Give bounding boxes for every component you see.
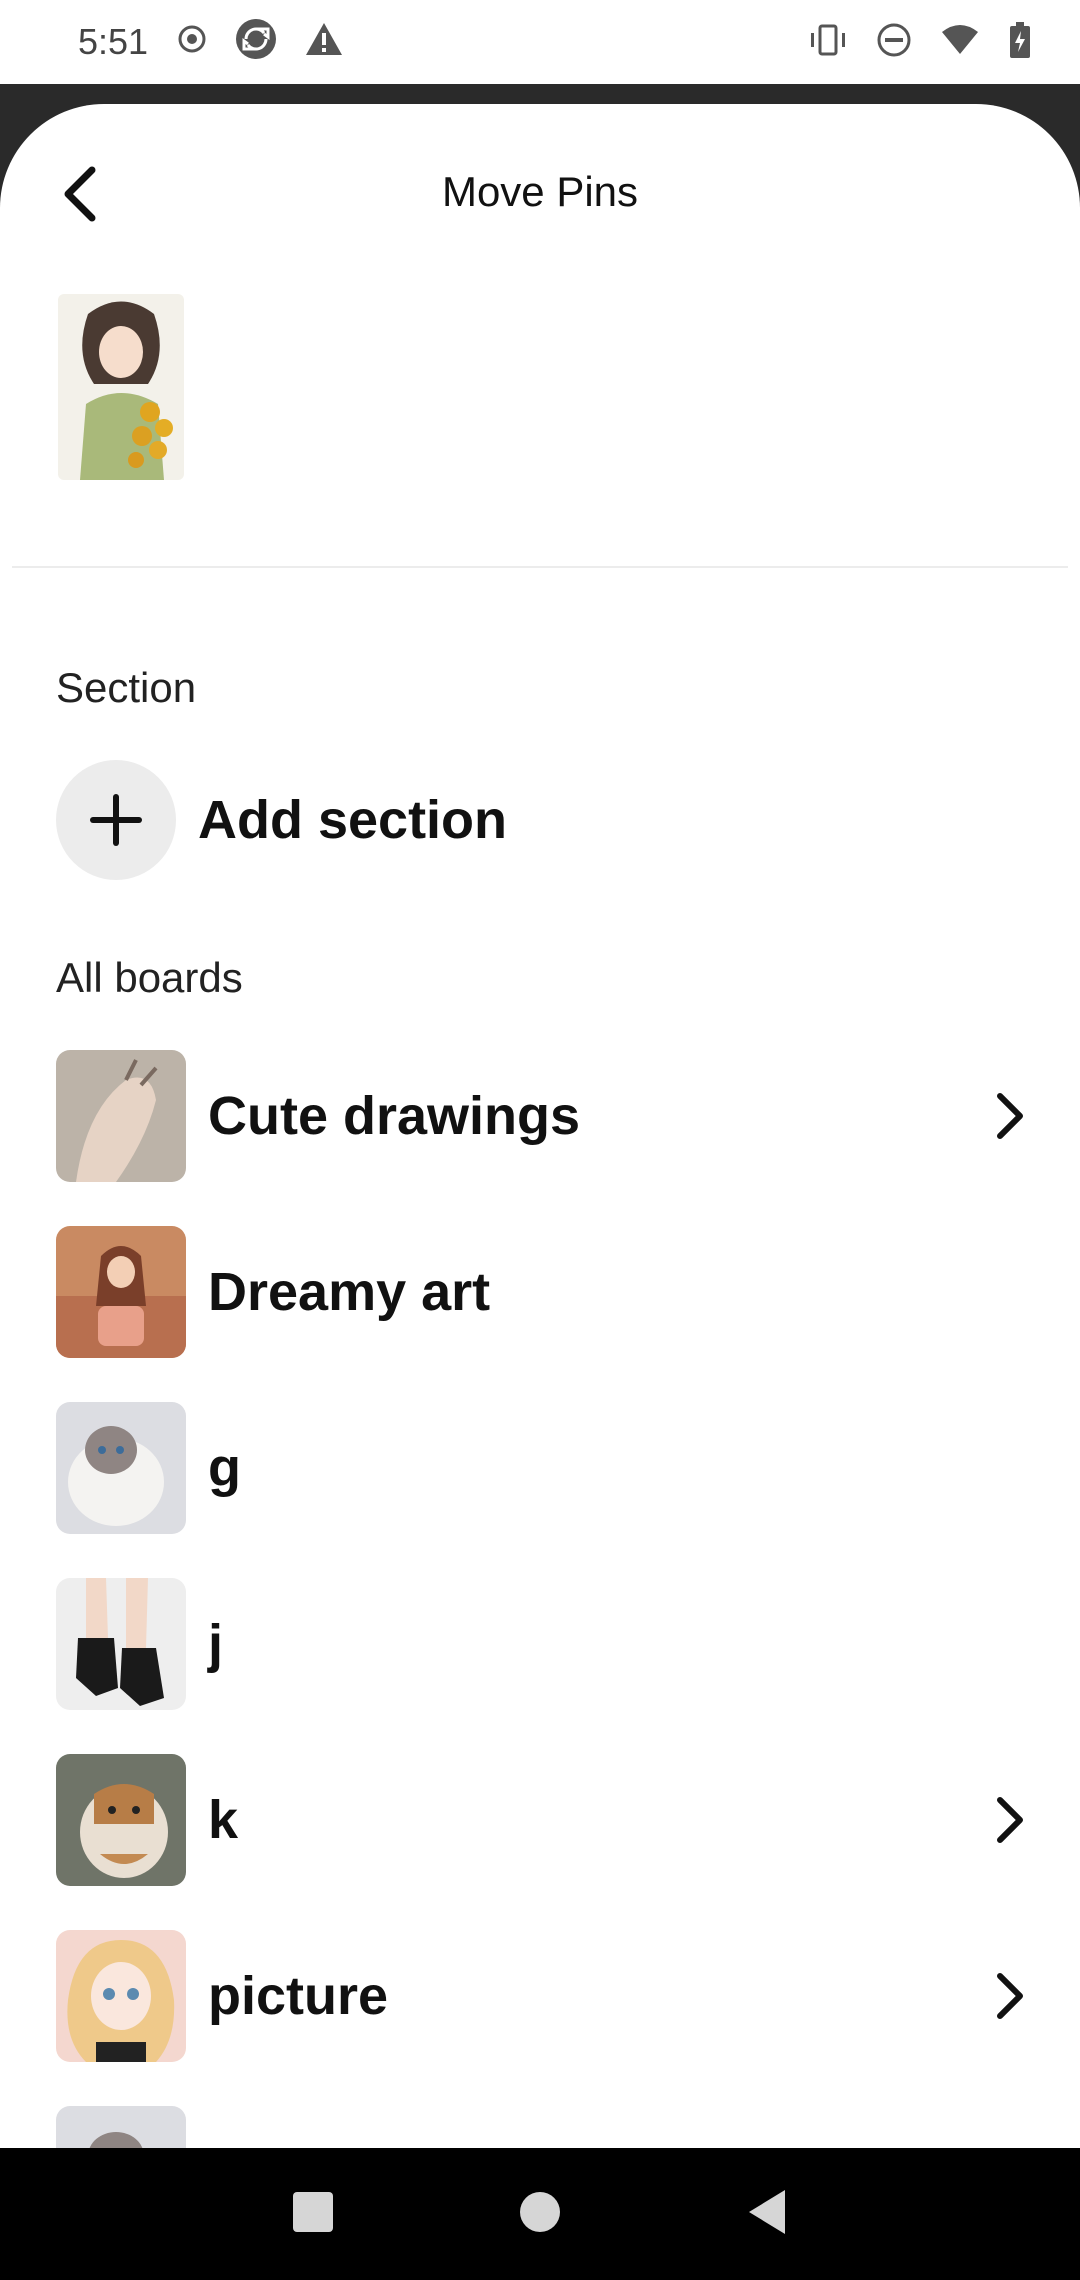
page-title: Move Pins <box>441 168 639 215</box>
board-row-g[interactable]: g <box>56 1402 1080 1578</box>
wifi-icon <box>940 24 980 61</box>
chevron-right-icon <box>997 1973 1023 2019</box>
do-not-disturb-icon <box>876 22 912 63</box>
board-row-cute-drawings[interactable]: Cute drawings <box>56 1050 1080 1226</box>
board-name: j <box>208 1614 224 1674</box>
vibrate-icon <box>808 24 848 61</box>
board-thumbnail <box>56 1226 186 1358</box>
back-triangle-icon[interactable] <box>745 2188 789 2241</box>
plus-icon <box>90 794 142 846</box>
all-boards-heading: All boards <box>56 954 243 1001</box>
battery-charging-icon <box>1008 21 1032 63</box>
divider <box>12 566 1068 568</box>
chevron-right-icon <box>997 1797 1023 1843</box>
record-icon <box>176 23 208 61</box>
recents-square-icon[interactable] <box>291 2190 335 2239</box>
board-row-dreamy-art[interactable]: Dreamy art <box>56 1226 1080 1402</box>
board-name: g <box>208 1438 241 1498</box>
board-name: picture <box>208 1966 389 2026</box>
board-row-partial[interactable] <box>56 2106 1080 2148</box>
board-name: k <box>208 1790 239 1850</box>
board-row-picture[interactable]: picture <box>56 1930 1080 2106</box>
board-thumbnail <box>56 2106 186 2148</box>
header: Move Pins <box>0 104 1080 284</box>
add-section-circle <box>56 760 176 880</box>
board-row-k[interactable]: k <box>56 1754 1080 1930</box>
board-row-j[interactable]: j <box>56 1578 1080 1754</box>
warning-icon <box>304 21 344 63</box>
board-thumbnail <box>56 1050 186 1182</box>
status-bar: 5:51 <box>0 0 1080 84</box>
board-thumbnail <box>56 1402 186 1534</box>
section-heading: Section <box>56 664 197 711</box>
move-pins-sheet: Move Pins Section Add section All boards <box>0 104 1080 2148</box>
board-thumbnail <box>56 1754 186 1886</box>
status-time: 5:51 <box>78 21 149 62</box>
board-name: Dreamy art <box>208 1262 491 1322</box>
pin-preview-image <box>58 294 184 480</box>
board-name: Cute drawings <box>208 1086 581 1146</box>
sync-icon <box>234 17 278 67</box>
chevron-right-icon <box>997 1093 1023 1139</box>
board-list: Cute drawings Dreamy art g j k picture <box>56 1050 1080 2148</box>
system-nav-bar <box>0 2148 1080 2280</box>
board-thumbnail <box>56 1930 186 2062</box>
board-thumbnail <box>56 1578 186 1710</box>
add-section-label: Add section <box>198 790 508 850</box>
home-circle-icon[interactable] <box>518 2190 562 2239</box>
add-section-button[interactable]: Add section <box>56 760 507 880</box>
